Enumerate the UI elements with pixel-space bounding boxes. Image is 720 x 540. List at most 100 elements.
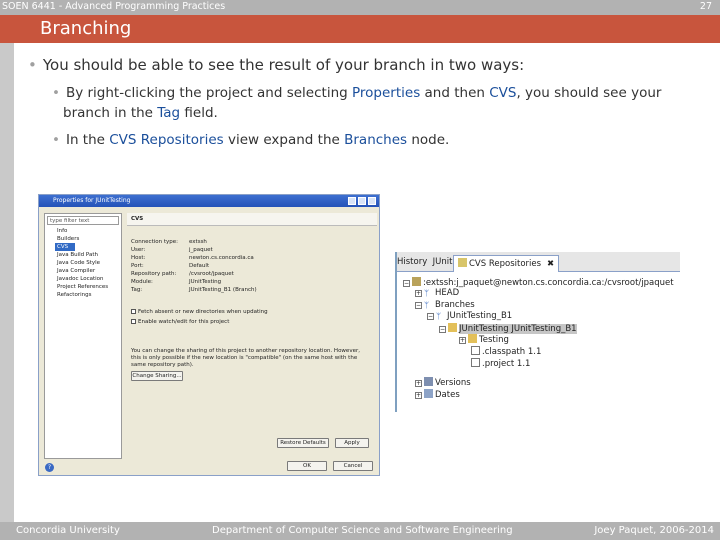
dialog-title: Properties for JUnitTesting [53, 197, 131, 204]
watch-edit-checkbox[interactable]: Enable watch/edit for this project [131, 319, 229, 325]
course-title: SOEN 6441 - Advanced Programming Practic… [2, 1, 226, 12]
view-border [395, 252, 397, 412]
repository-icon [458, 258, 467, 267]
nav-item-project-references[interactable]: Project References [45, 283, 121, 291]
tab-label: CVS Repositories [469, 259, 542, 269]
folder-icon [468, 334, 477, 343]
checkbox-icon[interactable] [131, 319, 136, 324]
expand-icon[interactable]: + [415, 290, 422, 297]
slide-header: SOEN 6441 - Advanced Programming Practic… [0, 0, 720, 15]
nav-item-java-build-path[interactable]: Java Build Path [45, 251, 121, 259]
field-value: newton.cs.concordia.ca [189, 255, 254, 261]
pane-title: CVS [127, 213, 377, 226]
tree-row-branches[interactable]: − ᛘ Branches [415, 300, 475, 311]
field-label: Repository path: [131, 271, 177, 277]
calendar-icon [424, 389, 433, 398]
ok-button[interactable]: OK [287, 461, 327, 471]
checkbox-label: Enable watch/edit for this project [138, 319, 230, 325]
tree-row-label: JUnitTesting JUnitTesting_B1 [459, 324, 577, 334]
field-label: Connection type: [131, 239, 179, 245]
sub-bullet-text: , you should see your [516, 85, 662, 101]
tree-row-label: Branches [435, 300, 475, 310]
sub-bullet-text: view expand the [223, 132, 345, 148]
expand-icon[interactable]: + [459, 337, 466, 344]
apply-button[interactable]: Apply [335, 438, 369, 448]
nav-item-builders[interactable]: Builders [45, 235, 121, 243]
window-buttons [348, 197, 376, 205]
nav-item-java-code-style[interactable]: Java Code Style [45, 259, 121, 267]
branch-icon: ᛘ [424, 289, 430, 299]
tree-row-label: :extssh:j_paquet@newton.cs.concordia.ca:… [423, 278, 674, 288]
title-bar: Branching [0, 15, 720, 43]
collapse-icon[interactable]: − [427, 313, 434, 320]
footer-department: Department of Computer Science and Softw… [212, 525, 513, 536]
tree-row-label: HEAD [435, 288, 460, 298]
bullet-main-text: You should be able to see the result of … [42, 56, 525, 74]
footer-author: Joey Paquet, 2006-2014 [594, 525, 714, 536]
tree-row-branch-tag[interactable]: − ᛘ JUnitTesting_B1 [427, 311, 512, 322]
nav-item-refactorings[interactable]: Refactorings [45, 291, 121, 299]
field-value: JUnitTesting [189, 279, 222, 285]
tab-label: JUnit [432, 257, 453, 267]
branch-icon: ᛘ [436, 312, 442, 322]
collapse-icon[interactable]: − [415, 302, 422, 309]
slide-footer: Concordia University Department of Compu… [0, 522, 720, 540]
field-value: /cvsroot/jpaquet [189, 271, 234, 277]
nav-item-javadoc-location[interactable]: Javadoc Location [45, 275, 121, 283]
cancel-button[interactable]: Cancel [333, 461, 373, 471]
tree-row-versions[interactable]: + Versions [415, 377, 471, 389]
restore-defaults-button[interactable]: Restore Defaults [277, 438, 329, 448]
tree-row-project-file[interactable]: .project 1.1 [471, 358, 530, 370]
slide-title: Branching [40, 18, 132, 39]
minimize-icon[interactable] [348, 197, 356, 205]
bullet-dot-icon: • [52, 85, 60, 101]
tab-label: History [397, 257, 428, 267]
sharing-note: You can change the sharing of this proje… [131, 348, 360, 368]
tree-row-dates[interactable]: + Dates [415, 389, 460, 401]
file-icon [471, 358, 480, 367]
nav-item-cvs[interactable]: CVS [55, 243, 75, 251]
sub-bullet-text: node. [407, 132, 450, 148]
keyword-properties: Properties [352, 85, 421, 101]
collapse-icon[interactable]: − [403, 280, 410, 287]
tree-row-testing[interactable]: + Testing [459, 334, 509, 346]
properties-dialog: Properties for JUnitTesting type filter … [38, 194, 380, 476]
maximize-icon[interactable] [358, 197, 366, 205]
sub-bullet-text: By right-clicking the project and select… [65, 85, 352, 101]
field-label: Module: [131, 279, 153, 285]
filter-input[interactable]: type filter text [47, 216, 119, 225]
nav-item-java-compiler[interactable]: Java Compiler [45, 267, 121, 275]
help-icon[interactable]: ? [45, 463, 54, 472]
bullet-dot-icon: • [52, 132, 60, 148]
tree-row-classpath[interactable]: .classpath 1.1 [471, 346, 541, 358]
nav-item-info[interactable]: Info [45, 227, 121, 235]
file-icon [471, 346, 480, 355]
expand-icon[interactable]: + [415, 380, 422, 387]
collapse-icon[interactable]: − [439, 326, 446, 333]
tag-value: JUnitTesting_B1 (Branch) [189, 287, 257, 293]
folder-icon [448, 323, 457, 332]
tree-row-label: Versions [435, 378, 471, 388]
properties-nav: type filter text Info Builders CVS Java … [44, 213, 122, 459]
bullet-dot-icon: • [28, 56, 37, 74]
footer-university: Concordia University [16, 525, 120, 536]
sub-bullet-text: and then [420, 85, 490, 101]
field-label: Tag: [131, 287, 143, 293]
checkbox-label: Fetch absent or new directories when upd… [138, 309, 268, 315]
dialog-caption: Properties for JUnitTesting [39, 195, 379, 207]
keyword-cvs: CVS [489, 85, 517, 101]
sub-bullet-text: field. [180, 105, 218, 121]
field-value: Default [189, 263, 210, 269]
tab-cvs-repositories[interactable]: CVS Repositories ✖ [453, 255, 560, 272]
tab-history[interactable]: History JUnit [397, 257, 452, 267]
expand-icon[interactable]: + [415, 392, 422, 399]
fetch-checkbox[interactable]: Fetch absent or new directories when upd… [131, 309, 268, 315]
close-icon[interactable]: ✖ [547, 259, 554, 269]
tree-row-head[interactable]: + ᛘ HEAD [415, 288, 459, 299]
close-icon[interactable] [368, 197, 376, 205]
change-sharing-button[interactable]: Change Sharing... [131, 371, 183, 381]
checkbox-checked-icon[interactable] [131, 309, 136, 314]
sub-bullet-text: In the [65, 132, 110, 148]
field-value: extssh [189, 239, 207, 245]
keyword-cvs-repositories: CVS Repositories [109, 132, 224, 148]
